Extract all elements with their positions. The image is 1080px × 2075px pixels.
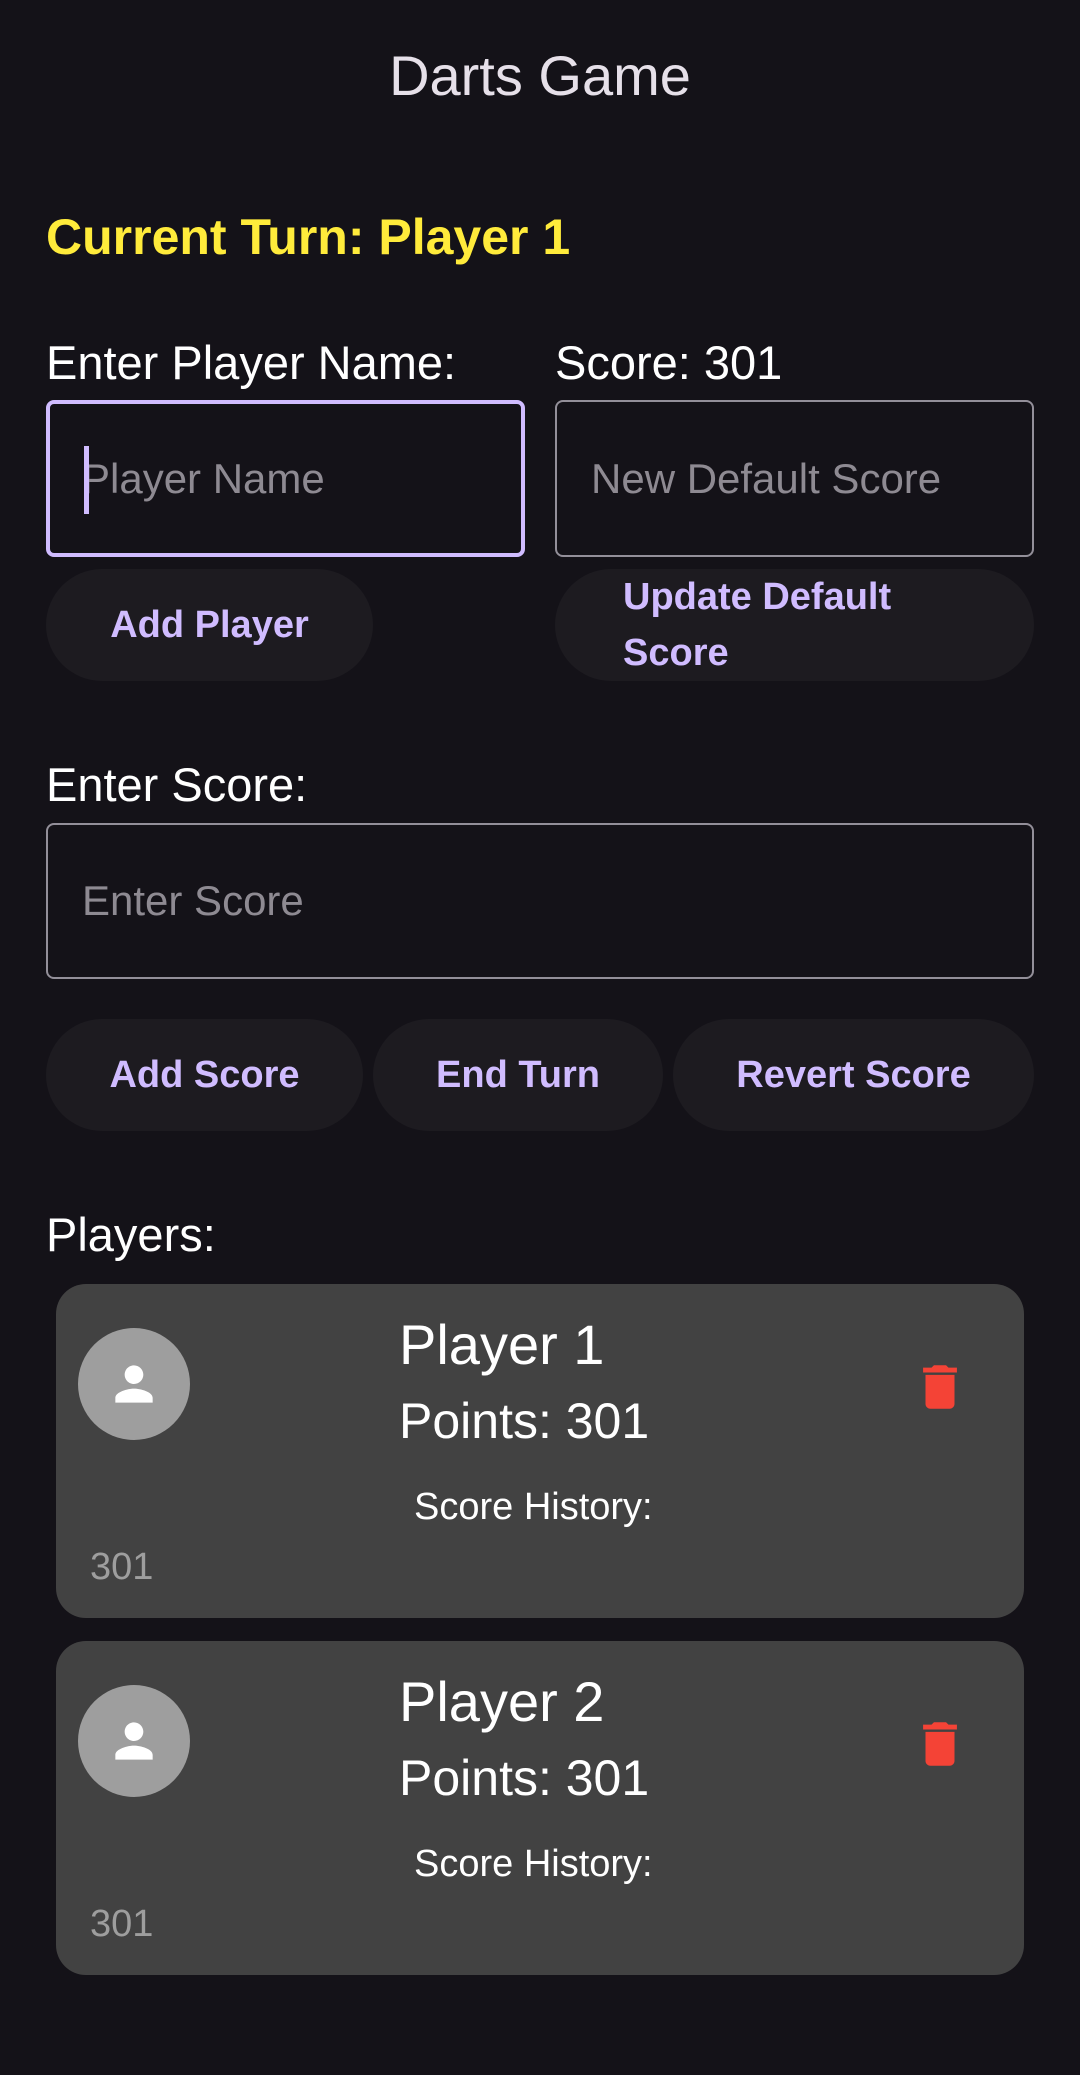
app-bar: Darts Game	[0, 0, 1080, 150]
player-name-label: Enter Player Name:	[46, 336, 457, 389]
end-turn-button[interactable]: End Turn	[373, 1019, 663, 1131]
app-title: Darts Game	[389, 43, 691, 107]
player-name: Player 2	[399, 1670, 605, 1733]
revert-score-button-label: Revert Score	[736, 1053, 971, 1096]
player-points: Points: 301	[399, 1750, 650, 1806]
add-player-button[interactable]: Add Player	[46, 569, 373, 681]
person-icon	[115, 1365, 153, 1403]
default-score-input[interactable]	[591, 454, 1032, 503]
score-field[interactable]	[46, 823, 1034, 979]
avatar	[78, 1328, 190, 1440]
add-score-button[interactable]: Add Score	[46, 1019, 363, 1131]
score-history-value: 301	[90, 1903, 154, 1945]
players-heading: Players:	[46, 1208, 216, 1261]
update-default-score-button[interactable]: Update Default Score	[555, 569, 1034, 681]
score-history-value: 301	[90, 1546, 154, 1588]
player-name-field[interactable]	[46, 400, 525, 557]
revert-score-button[interactable]: Revert Score	[673, 1019, 1034, 1131]
avatar	[78, 1685, 190, 1797]
enter-score-label: Enter Score:	[46, 758, 308, 811]
trash-icon	[923, 1365, 957, 1409]
player-card: Player 2 Points: 301 Score History: 301	[56, 1641, 1024, 1975]
player-card: Player 1 Points: 301 Score History: 301	[56, 1284, 1024, 1618]
text-caret	[84, 446, 89, 514]
player-name-input[interactable]	[82, 454, 521, 503]
end-turn-button-label: End Turn	[436, 1053, 600, 1096]
player-points: Points: 301	[399, 1393, 650, 1449]
score-input[interactable]	[82, 877, 1032, 925]
update-default-score-button-label: Update Default Score	[623, 576, 892, 674]
current-turn-label: Current Turn: Player 1	[46, 209, 571, 265]
delete-player-button[interactable]	[911, 1715, 969, 1778]
score-history-label: Score History:	[414, 1843, 653, 1885]
default-score-field[interactable]	[555, 400, 1034, 557]
person-icon	[115, 1722, 153, 1760]
delete-player-button[interactable]	[911, 1358, 969, 1421]
trash-icon	[923, 1722, 957, 1766]
player-name: Player 1	[399, 1313, 605, 1376]
add-player-button-label: Add Player	[110, 603, 309, 646]
default-score-label: Score: 301	[555, 336, 783, 389]
add-score-button-label: Add Score	[109, 1053, 300, 1096]
score-history-label: Score History:	[414, 1486, 653, 1528]
